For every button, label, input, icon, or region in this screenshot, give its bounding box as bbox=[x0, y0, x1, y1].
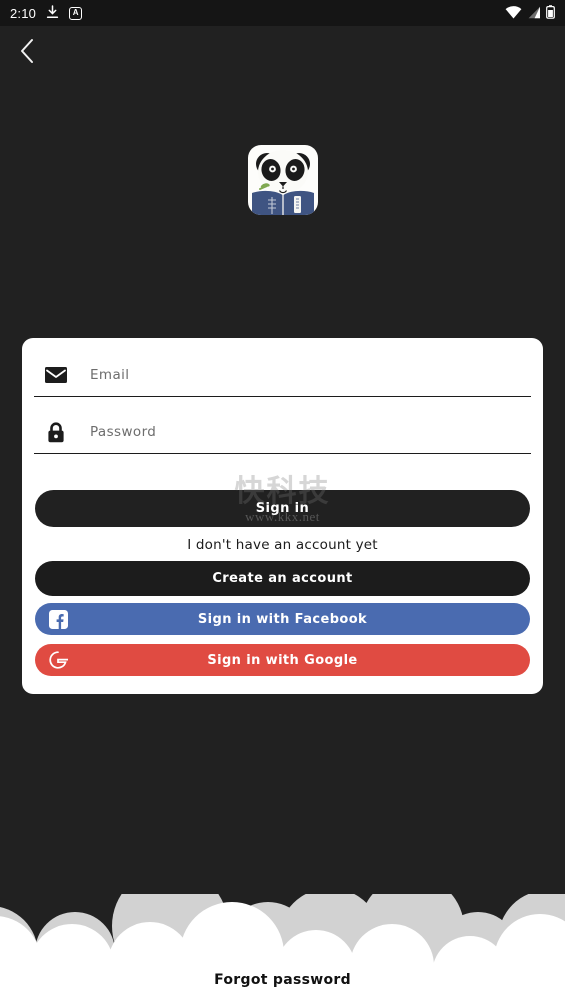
status-bar-right bbox=[505, 4, 555, 23]
password-input[interactable] bbox=[90, 424, 531, 440]
email-input[interactable] bbox=[90, 367, 531, 383]
login-card: Sign in I don't have an account yet Crea… bbox=[22, 338, 543, 694]
envelope-icon bbox=[44, 367, 68, 383]
lock-icon bbox=[44, 421, 68, 443]
status-bar-left: 2:10 A bbox=[10, 4, 83, 23]
facebook-icon bbox=[47, 608, 69, 630]
battery-icon bbox=[546, 4, 555, 23]
create-account-button[interactable]: Create an account bbox=[35, 561, 530, 596]
create-account-button-label: Create an account bbox=[212, 571, 353, 586]
sign-in-button-label: Sign in bbox=[255, 501, 310, 516]
back-button[interactable] bbox=[4, 30, 50, 76]
status-time: 2:10 bbox=[10, 5, 37, 21]
login-screen: 2:10 A Email Sign in I don't have an acc… bbox=[0, 0, 565, 1004]
no-account-text[interactable]: I don't have an account yet bbox=[34, 537, 531, 553]
sign-in-google-button-label: Sign in with Google bbox=[207, 652, 358, 668]
status-bar: 2:10 A bbox=[0, 0, 565, 26]
download-icon bbox=[46, 4, 59, 23]
sign-in-facebook-button-label: Sign in with Facebook bbox=[197, 611, 368, 627]
sign-in-facebook-button[interactable]: Sign in with Facebook bbox=[35, 603, 530, 635]
password-field-row[interactable] bbox=[34, 411, 531, 454]
email-field-row[interactable] bbox=[34, 354, 531, 397]
forgot-password-link[interactable]: Forgot password bbox=[0, 972, 565, 988]
sign-in-google-button[interactable]: Sign in with Google bbox=[35, 644, 530, 676]
wifi-icon bbox=[505, 4, 522, 23]
app-badge-a-icon: A bbox=[69, 6, 83, 20]
google-icon bbox=[47, 649, 69, 671]
cellular-signal-icon bbox=[527, 4, 541, 23]
sign-in-button[interactable]: Sign in bbox=[35, 490, 530, 527]
chevron-left-icon bbox=[19, 38, 35, 68]
panda-reading-book-logo bbox=[248, 145, 318, 215]
